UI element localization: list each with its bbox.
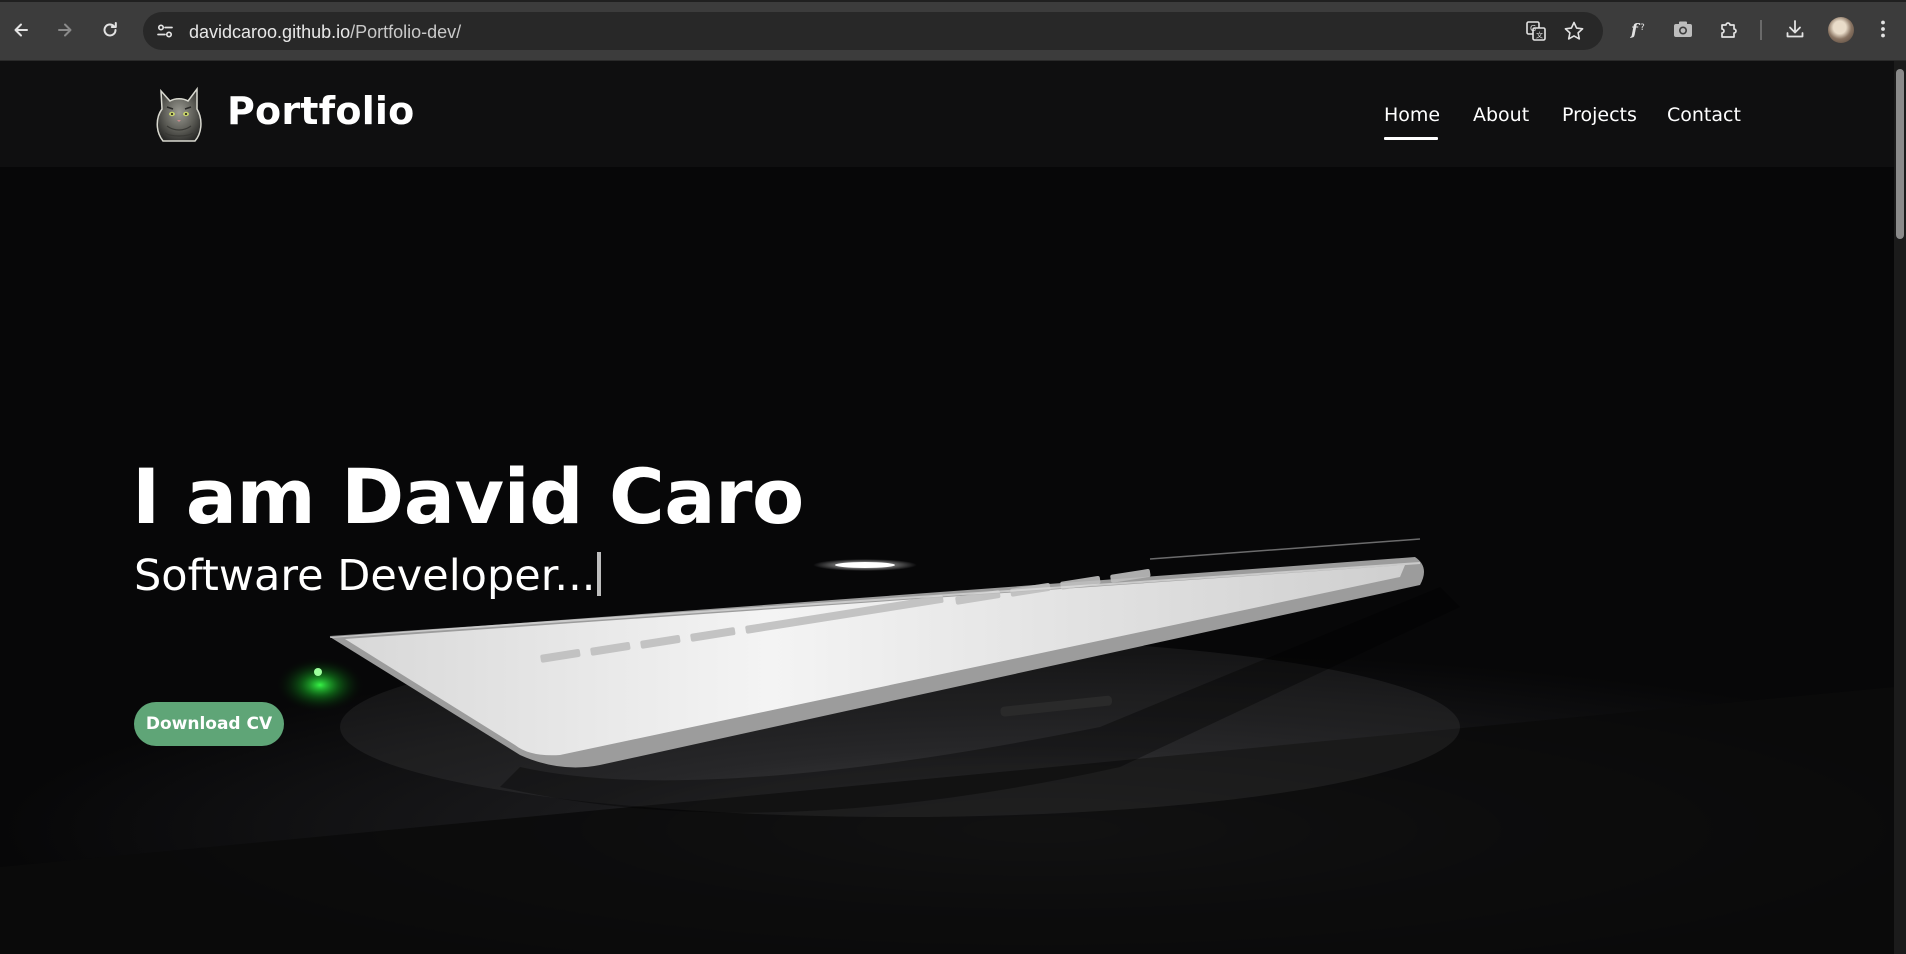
nav-link-contact[interactable]: Contact <box>1667 104 1741 126</box>
kebab-menu-icon <box>1881 20 1885 38</box>
toolbar-separator <box>1760 20 1762 40</box>
page-scrollbar[interactable] <box>1894 61 1906 954</box>
font-extension-button[interactable]: f ? <box>1626 16 1652 42</box>
nav-link-home[interactable]: Home <box>1384 104 1440 126</box>
reload-icon <box>103 22 117 37</box>
download-cv-button[interactable]: Download CV <box>134 702 284 746</box>
avatar-icon[interactable] <box>1828 17 1854 43</box>
hero-section: I am David Caro Software Developer... Do… <box>0 167 1894 954</box>
arrow-right-icon <box>58 23 72 37</box>
screenshot-extension-button[interactable] <box>1670 16 1696 42</box>
translate-icon: G 文 <box>1526 21 1546 41</box>
puzzle-icon <box>1721 22 1737 38</box>
back-button[interactable] <box>4 13 38 47</box>
arrow-left-icon <box>14 23 28 37</box>
nav-active-indicator <box>1384 137 1438 140</box>
downloads-button[interactable] <box>1782 16 1808 42</box>
translate-button[interactable]: G 文 <box>1524 19 1548 43</box>
site-info-button[interactable] <box>151 17 179 45</box>
font-icon: f ? <box>1630 20 1645 39</box>
hero-subtitle: Software Developer... <box>134 551 602 601</box>
typed-text: Software Developer... <box>134 551 596 601</box>
nav-link-about[interactable]: About <box>1473 104 1529 126</box>
page-viewport: Portfolio Home About Projects Contact I … <box>0 61 1894 954</box>
svg-text:?: ? <box>1640 23 1645 33</box>
scrollbar-thumb[interactable] <box>1896 69 1904 239</box>
forward-button[interactable] <box>48 13 82 47</box>
url-path: /Portfolio-dev/ <box>350 22 462 42</box>
download-icon <box>1786 20 1804 38</box>
star-icon <box>1564 21 1584 40</box>
browser-menu-button[interactable] <box>1870 16 1896 42</box>
browser-toolbar: davidcaroo.github.io/Portfolio-dev/ G 文 … <box>0 0 1906 61</box>
site-info-icon <box>157 24 173 38</box>
camera-icon <box>1674 21 1692 37</box>
brand-name[interactable]: Portfolio <box>227 89 414 133</box>
site-header: Portfolio Home About Projects Contact <box>0 61 1894 167</box>
reload-button[interactable] <box>93 13 127 47</box>
bookmark-button[interactable] <box>1562 19 1586 43</box>
extensions-button[interactable] <box>1716 16 1742 42</box>
svg-text:文: 文 <box>1536 31 1543 40</box>
url-host: davidcaroo.github.io <box>189 22 351 42</box>
typing-caret <box>597 552 602 596</box>
nav-link-projects[interactable]: Projects <box>1562 104 1637 126</box>
address-bar[interactable]: davidcaroo.github.io/Portfolio-dev/ G 文 <box>143 12 1603 50</box>
hero-title: I am David Caro <box>132 452 804 541</box>
url-text[interactable]: davidcaroo.github.io/Portfolio-dev/ <box>189 22 461 43</box>
cat-logo-icon[interactable] <box>153 81 205 145</box>
tab-strip-edge <box>0 0 1906 2</box>
